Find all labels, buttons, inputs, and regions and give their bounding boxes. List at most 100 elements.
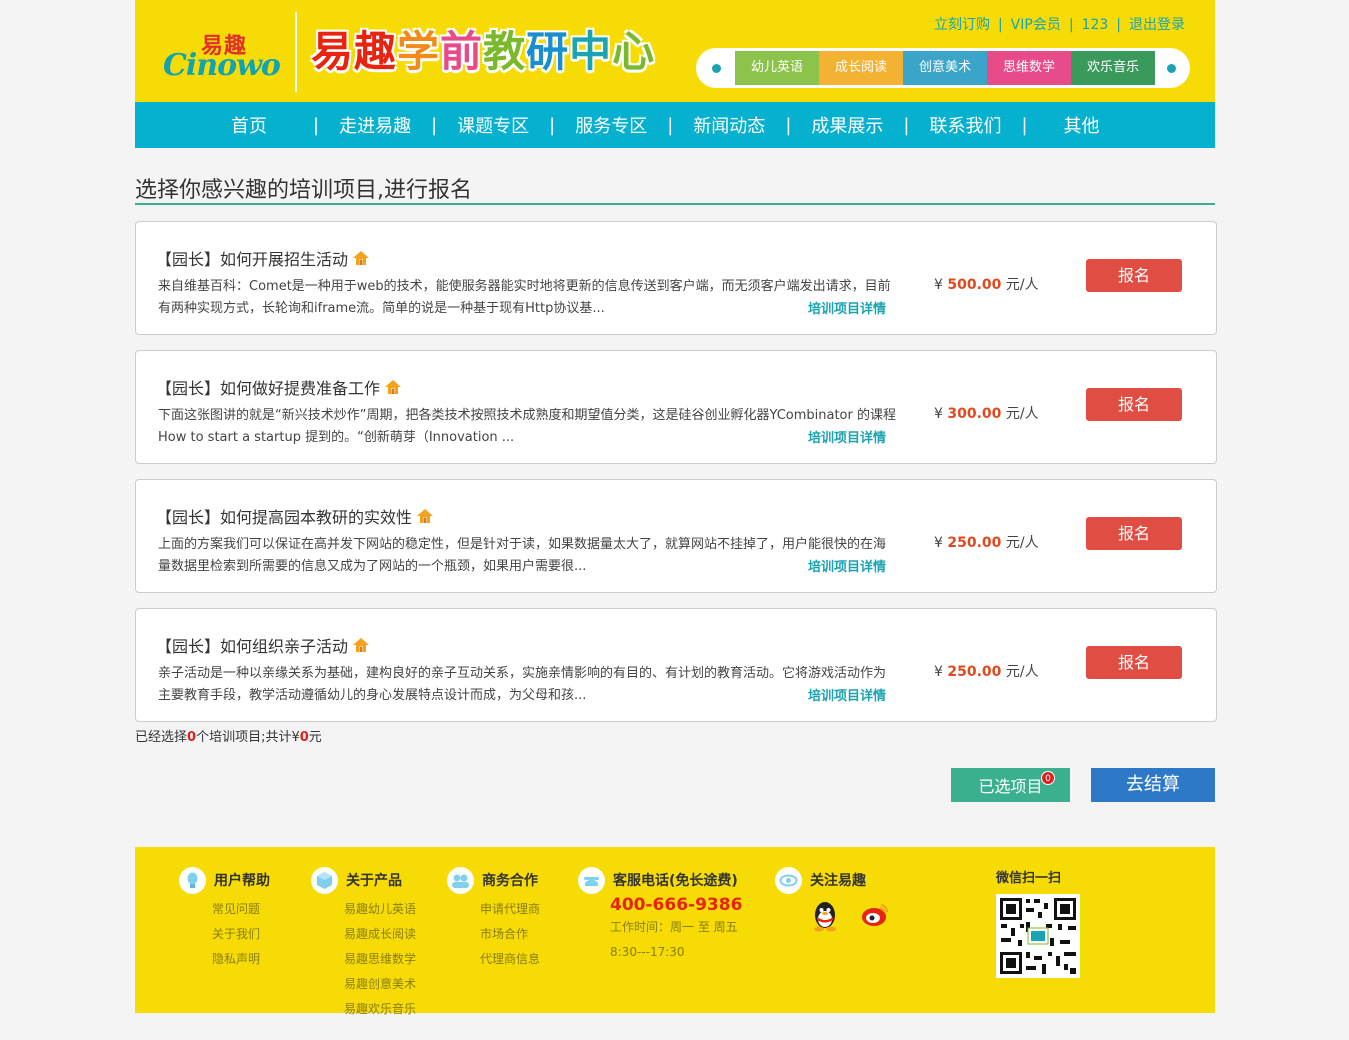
- course-detail-link[interactable]: 培训项目详情: [808, 298, 886, 317]
- top-link[interactable]: 立刻订购: [934, 17, 990, 33]
- brand-title-char: 心: [612, 27, 656, 76]
- footer-service-title: 客服电话(免长途费): [613, 873, 738, 889]
- brand-title-char: 前: [440, 27, 484, 76]
- home-icon: [352, 636, 370, 654]
- weibo-icon[interactable]: [857, 897, 893, 937]
- category-tab[interactable]: 幼儿英语: [735, 51, 819, 85]
- footer-product-link[interactable]: 易趣成长阅读: [344, 922, 416, 947]
- course-price: ¥ 250.00 元/人: [934, 661, 1039, 681]
- wechat-title: 微信扫一扫: [996, 871, 1062, 886]
- brand-title-char: 易: [311, 27, 355, 76]
- course-description: 来自维基百科：Comet是一种用于web的技术，能使服务器能实时地将更新的信息传…: [158, 279, 891, 316]
- bullet-dot-icon: [1167, 64, 1176, 73]
- footer-products-title: 关于产品: [346, 873, 402, 889]
- footer-help-title: 用户帮助: [214, 873, 270, 889]
- nav-item[interactable]: 首页: [231, 112, 267, 138]
- nav-separator: |: [313, 114, 320, 136]
- course-detail-link[interactable]: 培训项目详情: [808, 427, 886, 446]
- logo[interactable]: 易趣 Cinowo: [163, 28, 281, 83]
- footer-help-link[interactable]: 关于我们: [212, 922, 270, 947]
- nav-separator: |: [549, 114, 556, 136]
- site-header: 易趣 Cinowo 易趣学前教研中心 立刻订购 | VIP会员 | 123 | 退出登录 幼…: [135, 0, 1215, 102]
- nav-separator: |: [667, 114, 674, 136]
- footer-business-link[interactable]: 代理商信息: [480, 947, 540, 972]
- apply-button[interactable]: 报名: [1086, 388, 1182, 421]
- selected-total: 0: [299, 730, 309, 745]
- footer-help: 用户帮助 常见问题 关于我们 隐私声明: [179, 866, 270, 972]
- checkout-button[interactable]: 去结算: [1091, 768, 1215, 802]
- selected-count-badge: 0: [1041, 771, 1055, 785]
- footer-product-link[interactable]: 易趣思维数学: [344, 947, 416, 972]
- top-link-separator: |: [1116, 17, 1121, 33]
- logo-divider: [295, 12, 297, 92]
- price-value: 500.00: [947, 277, 1002, 293]
- bullet-dot-icon: [712, 64, 721, 73]
- footer-product-link[interactable]: 易趣创意美术: [344, 972, 416, 997]
- apply-button[interactable]: 报名: [1086, 517, 1182, 550]
- footer-follow: 关注易趣: [775, 866, 893, 937]
- phone-icon: [578, 866, 605, 894]
- category-tab[interactable]: 欢乐音乐: [1071, 51, 1155, 85]
- footer-business-link[interactable]: 申请代理商: [480, 897, 540, 922]
- course-detail-link[interactable]: 培训项目详情: [808, 556, 886, 575]
- wechat-qr-code: [996, 894, 1080, 978]
- price-currency: ¥: [934, 277, 943, 293]
- nav-item[interactable]: 走进易趣: [339, 112, 411, 138]
- footer-follow-title: 关注易趣: [810, 873, 866, 889]
- nav-item[interactable]: 服务专区: [575, 112, 647, 138]
- course-title-text: 【园长】如何做好提费准备工作: [156, 379, 381, 398]
- home-icon: [384, 378, 402, 396]
- footer-business-link[interactable]: 市场合作: [480, 922, 540, 947]
- top-links: 立刻订购 | VIP会员 | 123 | 退出登录: [934, 14, 1185, 34]
- qq-icon[interactable]: [807, 897, 843, 937]
- category-tab[interactable]: 创意美术: [903, 51, 987, 85]
- price-currency: ¥: [934, 664, 943, 680]
- brand-title-char: 教: [483, 27, 527, 76]
- footer-products: 关于产品 易趣幼儿英语 易趣成长阅读 易趣思维数学 易趣创意美术 易趣欢乐音乐: [311, 866, 416, 1022]
- logo-en-text: Cinowo: [163, 48, 281, 83]
- top-link[interactable]: 123: [1082, 17, 1109, 33]
- nav-separator: |: [1021, 114, 1028, 136]
- footer-help-link[interactable]: 隐私声明: [212, 947, 270, 972]
- course-description: 下面这张图讲的就是“新兴技术炒作”周期，把各类技术按照技术成熟度和期望值分类，这…: [158, 408, 896, 445]
- nav-item[interactable]: 课题专区: [457, 112, 529, 138]
- service-hours: 工作时间：周一 至 周五: [610, 920, 738, 934]
- top-link[interactable]: 退出登录: [1129, 17, 1185, 33]
- summary-prefix: 已经选择: [135, 730, 188, 745]
- brand-title: 易趣学前教研中心: [311, 22, 655, 82]
- footer-product-link[interactable]: 易趣幼儿英语: [344, 897, 416, 922]
- nav-item[interactable]: 联系我们: [929, 112, 1001, 138]
- nav-separator: |: [431, 114, 438, 136]
- price-unit: 元/人: [1005, 406, 1039, 422]
- top-link[interactable]: VIP会员: [1011, 17, 1061, 33]
- service-phone: 400-666-9386: [610, 895, 743, 915]
- nav-separator: |: [785, 114, 792, 136]
- nav-item[interactable]: 新闻动态: [693, 112, 765, 138]
- course-title: 【园长】如何开展招生活动: [156, 246, 370, 270]
- price-value: 250.00: [947, 664, 1002, 680]
- course-title-text: 【园长】如何开展招生活动: [156, 250, 349, 269]
- apply-button[interactable]: 报名: [1086, 646, 1182, 679]
- course-description: 亲子活动是一种以亲缘关系为基础，建构良好的亲子互动关系，实施亲情影响的有目的、有…: [158, 666, 887, 703]
- apply-button[interactable]: 报名: [1086, 259, 1182, 292]
- footer-business-title: 商务合作: [482, 873, 538, 889]
- course-title-text: 【园长】如何组织亲子活动: [156, 637, 349, 656]
- nav-item[interactable]: 其他: [1064, 112, 1100, 138]
- nav-item[interactable]: 成果展示: [811, 112, 883, 138]
- lightbulb-icon: [179, 866, 206, 894]
- selected-items-button[interactable]: 已选项目 0: [951, 768, 1070, 802]
- category-bar: 幼儿英语 成长阅读 创意美术 思维数学 欢乐音乐: [696, 48, 1190, 88]
- home-icon: [416, 507, 434, 525]
- section-title: 选择你感兴趣的培训项目,进行报名: [135, 172, 1215, 205]
- brand-title-char: 中: [569, 27, 613, 76]
- course-detail-link[interactable]: 培训项目详情: [808, 685, 886, 704]
- course-card: 【园长】如何做好提费准备工作下面这张图讲的就是“新兴技术炒作”周期，把各类技术按…: [135, 350, 1217, 464]
- category-tab[interactable]: 成长阅读: [819, 51, 903, 85]
- brand-title-char: 研: [526, 27, 570, 76]
- price-unit: 元/人: [1005, 535, 1039, 551]
- price-currency: ¥: [934, 406, 943, 422]
- nav-separator: |: [903, 114, 910, 136]
- category-tab[interactable]: 思维数学: [987, 51, 1071, 85]
- footer-help-link[interactable]: 常见问题: [212, 897, 270, 922]
- footer-product-link[interactable]: 易趣欢乐音乐: [344, 997, 416, 1022]
